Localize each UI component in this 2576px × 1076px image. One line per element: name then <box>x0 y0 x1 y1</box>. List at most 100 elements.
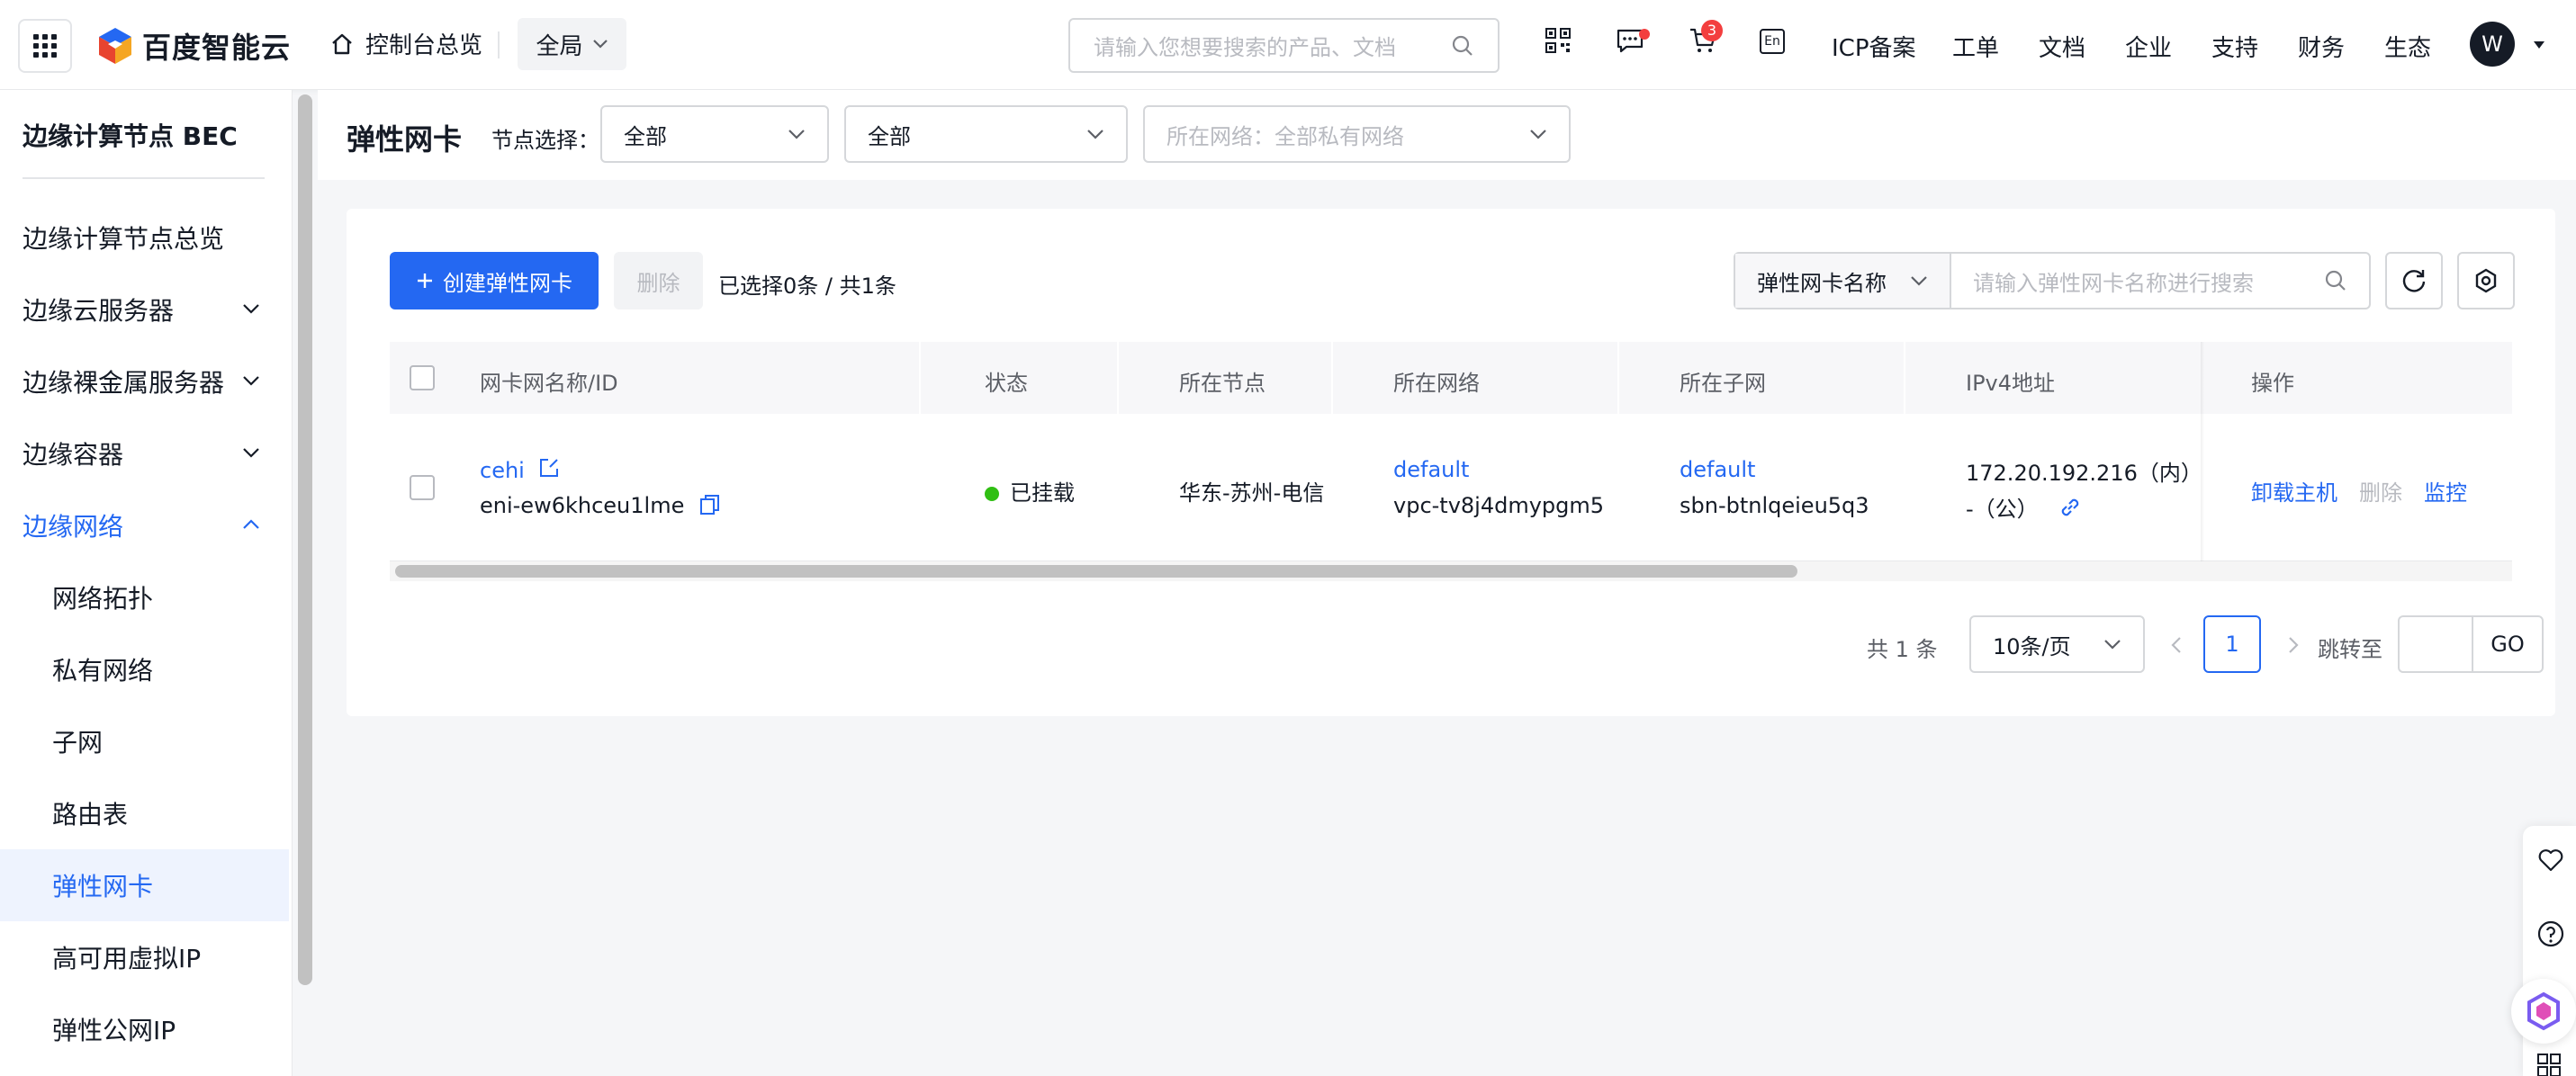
brand-logo[interactable]: 百度智能云 <box>97 25 291 67</box>
sidebar: 边缘计算节点 BEC 边缘计算节点总览 边缘云服务器 边缘裸金属服务器 边缘容器… <box>0 90 293 1076</box>
sidebar-item-topology[interactable]: 网络拓扑 <box>0 561 289 633</box>
chevron-down-icon <box>1530 130 1546 139</box>
sidebar-item-label: 边缘网络 <box>23 512 124 542</box>
nav-support[interactable]: 支持 <box>2211 30 2258 63</box>
nav-docs[interactable]: 文档 <box>2039 30 2085 63</box>
sidebar-item-overview[interactable]: 边缘计算节点总览 <box>0 202 289 273</box>
network-select[interactable]: 所在网络：全部私有网络 <box>1143 105 1571 163</box>
qrcode-icon[interactable] <box>1545 27 1572 54</box>
network-id: vpc-tv8j4dmypgm5 <box>1393 493 1605 518</box>
create-eni-label: 创建弹性网卡 <box>443 270 572 296</box>
search-icon[interactable] <box>2324 269 2347 292</box>
divider <box>498 31 500 58</box>
sidebar-item-container[interactable]: 边缘容器 <box>0 417 289 489</box>
region-selector[interactable]: 全局 <box>518 18 626 70</box>
column-header-network[interactable]: 所在网络 <box>1393 365 1480 397</box>
heart-chat-icon[interactable] <box>2536 846 2565 874</box>
edit-icon[interactable] <box>538 457 560 479</box>
table-horizontal-scrollbar[interactable] <box>390 561 2512 581</box>
main-content: 弹性网卡 节点选择： 全部 全部 所在网络：全部私有网络 创建弹性网卡 删除 已… <box>318 90 2576 1076</box>
create-eni-button[interactable]: 创建弹性网卡 <box>390 252 599 309</box>
sidebar-item-edge-network[interactable]: 边缘网络 <box>0 489 289 561</box>
sidebar-item-label: 边缘计算节点总览 <box>23 224 225 254</box>
pagination-total: 共 1 条 <box>1867 637 1938 662</box>
monitor-action[interactable]: 监控 <box>2424 475 2467 507</box>
region-label: 全局 <box>536 32 583 60</box>
fixed-column-shadow <box>2201 342 2204 561</box>
status-badge: 已挂载 <box>985 475 1075 507</box>
page-size-value: 10条/页 <box>1993 633 2071 659</box>
eni-name-link[interactable]: cehi <box>480 458 525 483</box>
global-search-placeholder: 请输入您想要搜索的产品、文档 <box>1094 35 1396 60</box>
global-search-input[interactable]: 请输入您想要搜索的产品、文档 <box>1068 18 1500 73</box>
ai-assistant-icon <box>2527 991 2560 1031</box>
eni-search-input[interactable]: 请输入弹性网卡名称进行搜索 <box>1951 265 2369 297</box>
sidebar-scrollbar[interactable] <box>298 94 312 985</box>
ai-assistant-button[interactable] <box>2511 979 2576 1044</box>
network-link[interactable]: default <box>1393 457 1469 482</box>
nav-icp[interactable]: ICP备案 <box>1832 30 1916 63</box>
top-bar: 百度智能云 控制台总览 全局 请输入您想要搜索的产品、文档 3 En ICP备案… <box>0 0 2576 90</box>
row-checkbox[interactable] <box>410 475 435 500</box>
sidebar-item-eni[interactable]: 弹性网卡 <box>0 849 289 921</box>
help-icon[interactable] <box>2536 919 2565 948</box>
nav-ecosystem[interactable]: 生态 <box>2384 30 2431 63</box>
select-all-checkbox[interactable] <box>410 365 435 390</box>
page-size-select[interactable]: 10条/页 <box>1969 615 2145 673</box>
sidebar-item-label: 私有网络 <box>52 656 154 686</box>
column-header-subnet[interactable]: 所在子网 <box>1680 365 1766 397</box>
jump-page-input[interactable] <box>2398 615 2473 673</box>
column-header-status[interactable]: 状态 <box>985 365 1028 397</box>
next-page-icon[interactable] <box>2287 635 2300 655</box>
delete-button[interactable]: 删除 <box>614 252 703 309</box>
delete-action[interactable]: 删除 <box>2359 475 2402 507</box>
scrollbar-thumb[interactable] <box>395 565 1797 578</box>
sidebar-item-vpc[interactable]: 私有网络 <box>0 633 289 705</box>
copy-icon[interactable] <box>698 493 722 516</box>
grid-small-icon[interactable] <box>2536 1053 2562 1076</box>
sidebar-item-edge-server[interactable]: 边缘云服务器 <box>0 273 289 345</box>
search-icon <box>1452 35 1473 56</box>
sidebar-item-route-table[interactable]: 路由表 <box>0 777 289 849</box>
user-avatar[interactable]: W <box>2470 22 2515 67</box>
sidebar-item-label: 子网 <box>52 728 104 758</box>
column-header-name[interactable]: 网卡网名称/ID <box>480 365 618 397</box>
sidebar-item-subnet[interactable]: 子网 <box>0 705 289 777</box>
logo-text: 百度智能云 <box>142 31 292 65</box>
settings-button[interactable] <box>2457 252 2515 309</box>
jump-to-label: 跳转至 <box>2318 637 2382 662</box>
page-button-1[interactable]: 1 <box>2203 615 2261 673</box>
search-type-select[interactable]: 弹性网卡名称 <box>1735 254 1951 308</box>
plus-icon <box>418 273 432 288</box>
prev-page-icon[interactable] <box>2170 635 2183 655</box>
sidebar-item-eip[interactable]: 弹性公网IP <box>0 993 289 1065</box>
node-select-1[interactable]: 全部 <box>600 105 829 163</box>
selection-info: 已选择0条 / 共1条 <box>718 273 896 299</box>
chevron-down-icon <box>788 130 805 139</box>
sidebar-item-bare-metal[interactable]: 边缘裸金属服务器 <box>0 345 289 417</box>
grid-icon <box>33 34 57 58</box>
column-header-ipv4[interactable]: IPv4地址 <box>1966 365 2055 397</box>
unmount-host-action[interactable]: 卸载主机 <box>2251 475 2337 507</box>
go-button[interactable]: GO <box>2472 615 2544 673</box>
nav-ticket[interactable]: 工单 <box>1952 30 1999 63</box>
sidebar-title: 边缘计算节点 BEC <box>23 121 238 151</box>
console-home-link[interactable]: 控制台总览 <box>329 27 482 60</box>
nav-finance[interactable]: 财务 <box>2298 30 2345 63</box>
eni-name-cell: cehi <box>480 457 560 483</box>
message-dot <box>1639 29 1650 40</box>
link-icon[interactable] <box>2058 495 2083 520</box>
node-cell: 华东-苏州-电信 <box>1179 480 1325 506</box>
nav-enterprise[interactable]: 企业 <box>2125 30 2172 63</box>
sidebar-divider <box>23 177 265 179</box>
caret-down-icon[interactable] <box>2532 40 2546 50</box>
home-label: 控制台总览 <box>365 32 483 59</box>
column-header-node[interactable]: 所在节点 <box>1179 365 1265 397</box>
app-grid-button[interactable] <box>18 19 72 73</box>
subnet-link[interactable]: default <box>1680 457 1755 482</box>
sidebar-item-havip[interactable]: 高可用虚拟IP <box>0 921 289 993</box>
column-divider <box>1617 342 1619 414</box>
node-select-2[interactable]: 全部 <box>844 105 1128 163</box>
language-switch[interactable]: En <box>1760 29 1785 54</box>
refresh-button[interactable] <box>2385 252 2443 309</box>
